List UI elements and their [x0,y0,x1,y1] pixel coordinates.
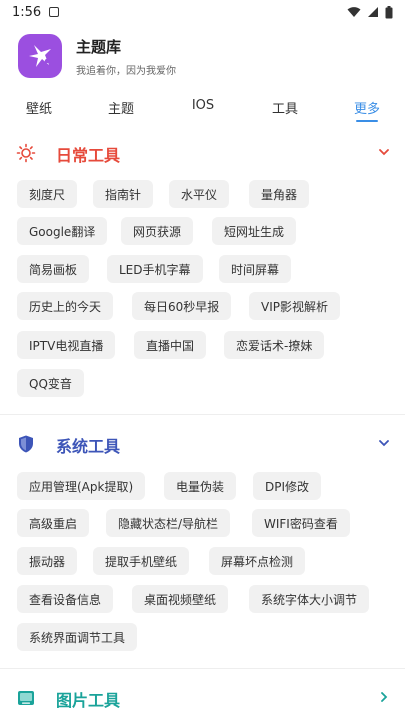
chip-protractor[interactable]: 量角器 [249,180,310,208]
active-tab-indicator [356,120,378,122]
app-subtitle: 我追着你，因为我爱你 [76,65,176,77]
tab-ios[interactable]: IOS [192,98,214,113]
chip-drawing-board[interactable]: 简易画板 [17,255,90,283]
chip-vip-video[interactable]: VIP影视解析 [249,292,340,320]
chip-device-info[interactable]: 查看设备信息 [17,585,114,613]
wifi-icon [347,7,361,17]
shield-icon [19,435,33,453]
chip-video-wallpaper[interactable]: 桌面视频壁纸 [132,585,229,613]
tab-bar: 壁纸 主题 IOS 工具 更多 [0,98,405,124]
chip-web-source[interactable]: 网页获源 [121,217,194,245]
status-time: 1:56 [12,4,42,20]
app-logo-icon [18,34,62,78]
image-icon [18,691,34,705]
chip-hide-bars[interactable]: 隐藏状态栏/导航栏 [106,509,231,537]
app-header: 主题库 我追着你，因为我爱你 [18,34,176,78]
chip-iptv[interactable]: IPTV电视直播 [17,331,116,359]
chip-battery-fake[interactable]: 电量伪装 [164,472,237,500]
notification-icon [49,7,60,17]
chip-advanced-reboot[interactable]: 高级重启 [17,509,90,537]
chip-vibrator[interactable]: 振动器 [17,547,78,575]
chip-daily-60s[interactable]: 每日60秒早报 [132,292,232,320]
section-divider [0,668,405,669]
chip-google-translate[interactable]: Google翻译 [17,217,108,245]
chip-wifi-password[interactable]: WIFI密码查看 [252,509,350,537]
chip-short-url[interactable]: 短网址生成 [212,217,297,245]
chip-led-subtitle[interactable]: LED手机字幕 [107,255,203,283]
chip-history-today[interactable]: 历史上的今天 [17,292,114,320]
signal-icon [368,7,378,17]
chip-level[interactable]: 水平仪 [169,180,230,208]
system-tools-title: 系统工具 [56,437,121,456]
daily-tools-title: 日常工具 [56,146,121,165]
tab-theme[interactable]: 主题 [108,98,134,117]
tab-wallpaper[interactable]: 壁纸 [26,98,52,117]
chip-font-size[interactable]: 系统字体大小调节 [249,585,370,613]
chip-qq-voice[interactable]: QQ变音 [17,369,84,397]
section-divider [0,414,405,415]
chip-time-screen[interactable]: 时间屏幕 [219,255,292,283]
chevron-down-icon[interactable] [377,145,391,159]
status-icons [347,5,393,19]
app-title: 主题库 [76,37,122,56]
status-bar: 1:56 [0,0,405,24]
chip-dead-pixel[interactable]: 屏幕坏点检测 [209,547,306,575]
chip-compass[interactable]: 指南针 [93,180,154,208]
chip-dpi[interactable]: DPI修改 [253,472,322,500]
chip-ruler[interactable]: 刻度尺 [17,180,78,208]
system-tools-header[interactable]: 系统工具 [0,432,405,456]
chevron-down-icon[interactable] [377,436,391,450]
tab-tools[interactable]: 工具 [272,98,298,117]
battery-icon [385,5,393,18]
chevron-right-icon[interactable] [377,690,391,704]
image-tools-title: 图片工具 [56,691,121,710]
tab-more[interactable]: 更多 [354,98,380,117]
chip-live-china[interactable]: 直播中国 [134,331,207,359]
image-tools-header[interactable]: 图片工具 [0,686,405,710]
daily-tools-header[interactable]: 日常工具 [0,141,405,165]
chip-ui-tuner[interactable]: 系统界面调节工具 [17,623,138,651]
chip-app-manager[interactable]: 应用管理(Apk提取) [17,472,146,500]
sun-icon [16,143,36,163]
chip-love-talk[interactable]: 恋爱话术-撩妹 [224,331,325,359]
chip-extract-wallpaper[interactable]: 提取手机壁纸 [93,547,190,575]
